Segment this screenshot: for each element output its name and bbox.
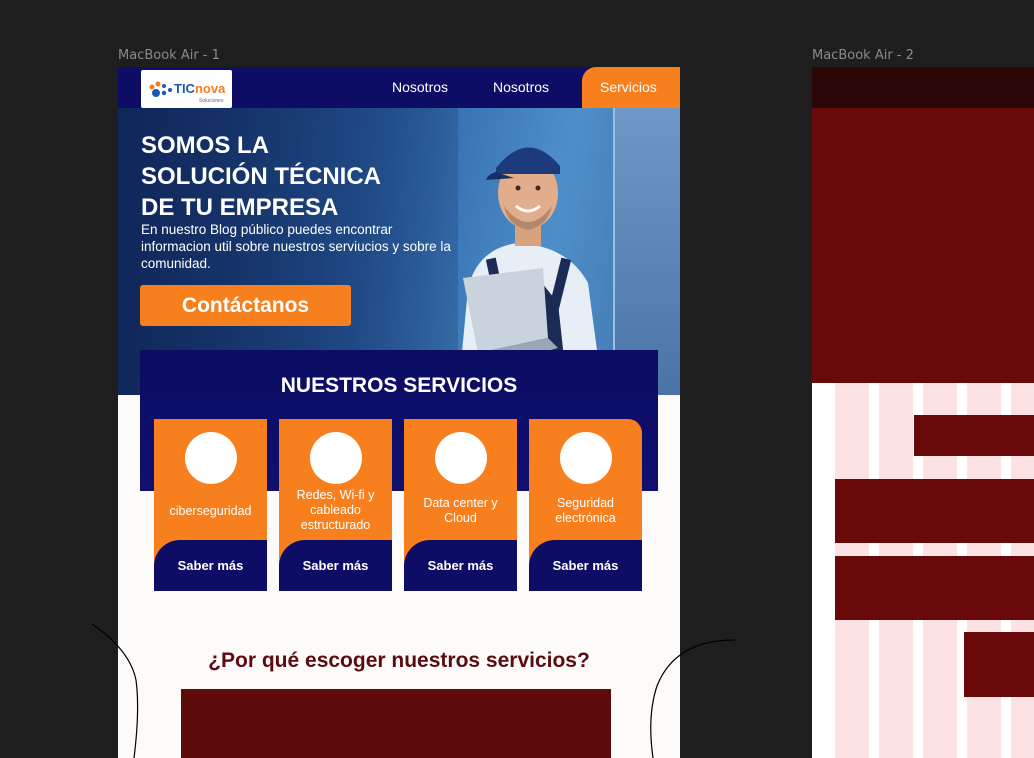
- wireframe-block: [914, 415, 1034, 456]
- why-choose-heading: ¿Por qué escoger nuestros servicios?: [208, 649, 590, 672]
- service-card-ciberseguridad[interactable]: ciberseguridad Saber más: [154, 419, 267, 591]
- nav-item-nosotros[interactable]: Nosotros: [392, 79, 448, 95]
- saber-mas-button[interactable]: Saber más: [404, 540, 517, 591]
- wireframe-block: [835, 479, 1034, 543]
- service-card-data-center[interactable]: Data center y Cloud Saber más: [404, 419, 517, 591]
- logo[interactable]: TICnova Soluciones: [141, 70, 232, 108]
- contact-button[interactable]: Contáctanos: [140, 285, 351, 326]
- why-choose-content-block: [181, 689, 611, 758]
- wireframe-block: [964, 632, 1034, 697]
- service-card-label: Data center y Cloud: [423, 496, 498, 525]
- service-icon-placeholder: [435, 432, 487, 484]
- wireframe-hero: [812, 108, 1034, 383]
- logo-tic-text: TIC: [174, 81, 195, 96]
- decorative-curve-left: [91, 623, 139, 758]
- artboard-macbook-air-1[interactable]: TICnova Soluciones Nosotros Nosotros Ser…: [118, 67, 680, 758]
- service-icon-placeholder: [310, 432, 362, 484]
- service-icon-placeholder: [560, 432, 612, 484]
- top-navigation-bar: TICnova Soluciones Nosotros Nosotros Ser…: [118, 67, 680, 108]
- service-card-label: Redes, Wi-fi y cableado estructurado: [296, 488, 375, 532]
- service-icon-placeholder: [185, 432, 237, 484]
- nav-item-nosotros-2[interactable]: Nosotros: [493, 79, 549, 95]
- service-card-label: ciberseguridad: [169, 504, 252, 518]
- hero-description: En nuestro Blog público puedes encontrar…: [141, 222, 451, 271]
- frame-label-macbook-air-1[interactable]: MacBook Air - 1: [118, 48, 220, 63]
- logo-wordmark: TICnova: [174, 81, 225, 96]
- logo-dots-icon: [149, 81, 172, 97]
- saber-mas-button[interactable]: Saber más: [529, 540, 642, 591]
- wireframe-block: [835, 556, 1034, 620]
- service-card-redes[interactable]: Redes, Wi-fi y cableado estructurado Sab…: [279, 419, 392, 591]
- logo-subtitle: Soluciones: [199, 98, 224, 104]
- nav-item-servicios[interactable]: Servicios: [582, 67, 680, 108]
- hero-title-line-3: DE TU EMPRESA: [141, 194, 339, 221]
- hero-title: SOMOS LA SOLUCIÓN TÉCNICA DE TU EMPRESA: [141, 130, 461, 223]
- logo-nova-text: nova: [194, 81, 226, 96]
- wireframe-top-bar: [812, 67, 1034, 108]
- saber-mas-button[interactable]: Saber más: [154, 540, 267, 591]
- service-card-label: Seguridad electrónica: [555, 496, 616, 525]
- saber-mas-button[interactable]: Saber más: [279, 540, 392, 591]
- decorative-curve-right: [650, 639, 736, 758]
- service-card-seguridad-electronica[interactable]: Seguridad electrónica Saber más: [529, 419, 642, 591]
- artboard-macbook-air-2[interactable]: [812, 67, 1034, 758]
- services-title: NUESTROS SERVICIOS: [280, 374, 518, 397]
- hero-title-line-1: SOMOS LA: [141, 132, 270, 159]
- frame-label-macbook-air-2[interactable]: MacBook Air - 2: [812, 48, 914, 63]
- hero-title-line-2: SOLUCIÓN TÉCNICA: [141, 163, 381, 190]
